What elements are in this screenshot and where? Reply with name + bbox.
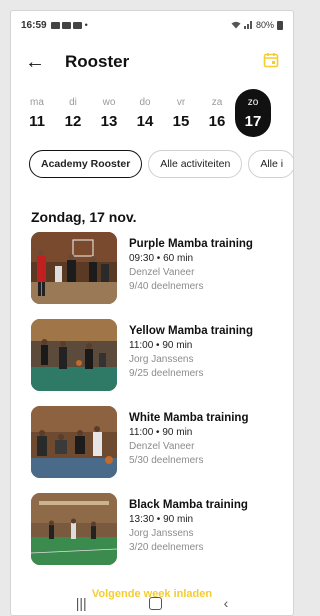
status-time: 16:59: [21, 19, 47, 31]
day-date: 15: [172, 112, 190, 130]
training-photo: [31, 406, 117, 478]
day-item[interactable]: do 14: [127, 89, 163, 137]
more-notifications-dot: •: [84, 20, 88, 30]
day-name: wo: [102, 96, 116, 108]
top-bar: ← Rooster: [11, 45, 293, 79]
training-name: White Mamba training: [129, 412, 249, 424]
status-right: 80%: [231, 20, 283, 30]
training-info: White Mamba training 11:00 • 90 min Denz…: [129, 406, 248, 466]
notification-icons: [50, 21, 82, 29]
day-name: do: [139, 96, 151, 108]
day-item-selected[interactable]: zo 17: [235, 89, 271, 137]
day-date: 11: [29, 112, 45, 130]
training-card[interactable]: Yellow Mamba training 11:00 • 90 min Jor…: [31, 317, 291, 404]
training-trainer: Jorg Janssens: [129, 354, 194, 365]
day-item[interactable]: vr 15: [163, 89, 199, 137]
training-participants: 3/20 deelnemers: [129, 542, 204, 553]
notification-icon: [50, 21, 60, 29]
notification-icon: [61, 21, 71, 29]
filter-chip-more[interactable]: Alle i: [248, 150, 293, 178]
training-time: 11:00 • 90 min: [129, 340, 193, 351]
training-name: Purple Mamba training: [129, 238, 253, 250]
day-date: 17: [244, 112, 262, 130]
filter-chip-academy[interactable]: Academy Rooster: [29, 150, 143, 178]
training-info: Purple Mamba training 09:30 • 60 min Den…: [129, 232, 253, 292]
training-card[interactable]: Black Mamba training 13:30 • 90 min Jorg…: [31, 491, 291, 578]
day-name: vr: [176, 96, 186, 108]
load-next-week-button[interactable]: Volgende week inladen: [11, 588, 293, 600]
section-date-heading: Zondag, 17 nov.: [31, 209, 137, 225]
day-date: 16: [208, 112, 226, 130]
training-trainer: Denzel Vaneer: [129, 441, 195, 452]
training-time: 09:30 • 60 min: [129, 253, 194, 264]
day-item[interactable]: wo 13: [91, 89, 127, 137]
training-time: 11:00 • 90 min: [129, 427, 193, 438]
training-photo: [31, 493, 117, 565]
training-card[interactable]: White Mamba training 11:00 • 90 min Denz…: [31, 404, 291, 491]
training-participants: 9/40 deelnemers: [129, 281, 204, 292]
day-name: ma: [30, 96, 44, 108]
page-title: Rooster: [65, 52, 130, 71]
arrow-left-icon[interactable]: ←: [25, 52, 45, 72]
day-date: 13: [100, 112, 118, 130]
training-time: 13:30 • 90 min: [129, 514, 194, 525]
training-name: Black Mamba training: [129, 499, 248, 511]
training-card[interactable]: Purple Mamba training 09:30 • 60 min Den…: [31, 230, 291, 317]
day-date: 14: [136, 112, 154, 130]
day-item[interactable]: za 16: [199, 89, 235, 137]
day-date: 12: [64, 112, 82, 130]
training-photo: [31, 232, 117, 304]
week-day-selector: ma 11 di 12 wo 13 do 14 vr 15 za 16 zo 17: [19, 89, 293, 137]
day-name: za: [211, 96, 223, 108]
day-item[interactable]: ma 11: [19, 89, 55, 137]
training-list: Purple Mamba training 09:30 • 60 min Den…: [31, 230, 291, 578]
training-trainer: Jorg Janssens: [129, 528, 194, 539]
calendar-icon[interactable]: [263, 52, 279, 73]
notification-icon: [72, 21, 82, 29]
day-name: zo: [247, 96, 259, 108]
training-photo: [31, 319, 117, 391]
app-screen: 16:59 • 80% ← Rooster ma 11 di 12 wo 13 …: [10, 10, 294, 616]
filter-chip-activities[interactable]: Alle activiteiten: [148, 150, 243, 178]
battery-level: 80%: [255, 20, 274, 30]
wifi-icon: [231, 21, 241, 29]
signal-icon: [243, 21, 252, 29]
training-trainer: Denzel Vaneer: [129, 267, 195, 278]
training-participants: 9/25 deelnemers: [129, 368, 204, 379]
training-info: Black Mamba training 13:30 • 90 min Jorg…: [129, 493, 248, 553]
filter-chips: Academy Rooster Alle activiteiten Alle i: [29, 150, 293, 178]
training-info: Yellow Mamba training 11:00 • 90 min Jor…: [129, 319, 253, 379]
status-bar: 16:59 • 80%: [11, 11, 293, 39]
training-name: Yellow Mamba training: [129, 325, 253, 337]
battery-icon: [277, 20, 283, 30]
day-name: di: [69, 96, 77, 108]
day-item[interactable]: di 12: [55, 89, 91, 137]
training-participants: 5/30 deelnemers: [129, 455, 204, 466]
